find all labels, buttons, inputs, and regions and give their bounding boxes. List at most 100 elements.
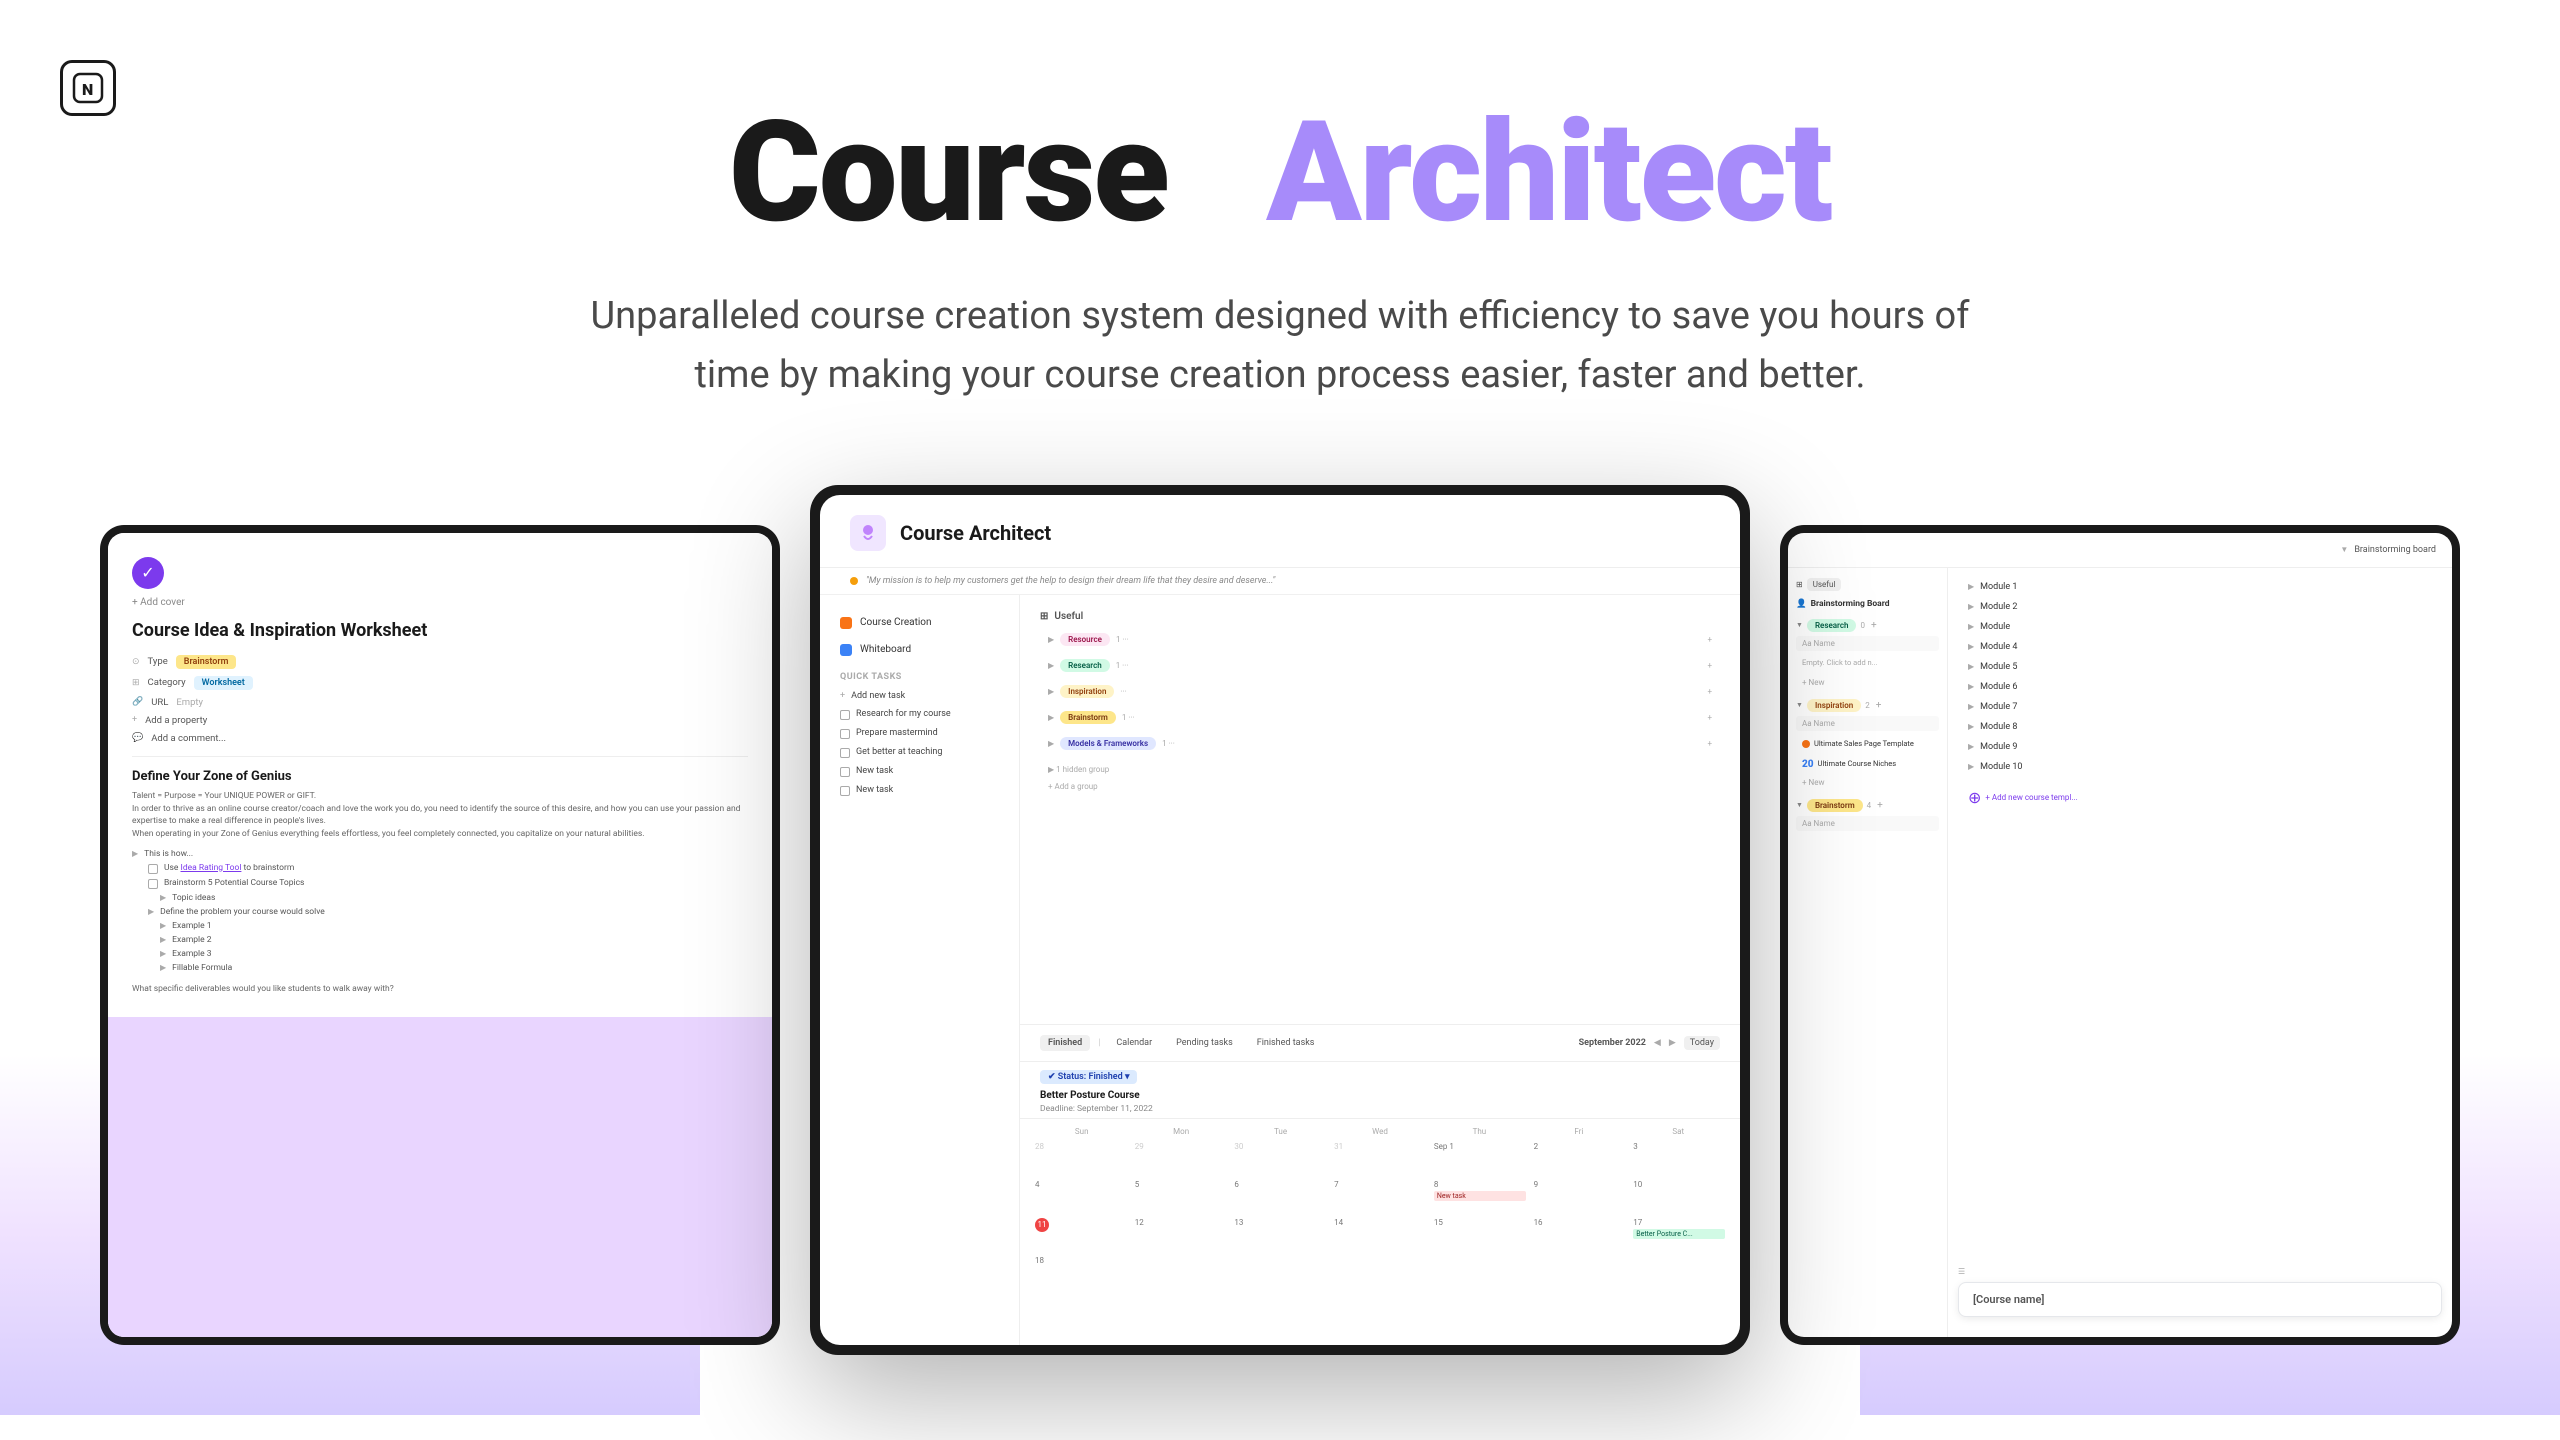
module-8: ▶ Module 8: [1962, 718, 2438, 736]
calendar-grid: SunMonTueWedThuFriSat 28 29 30 31 Sep 1: [1020, 1119, 1740, 1345]
notion-logo: N: [60, 60, 116, 116]
worksheet-title: Course Idea & Inspiration Worksheet: [132, 620, 748, 641]
mission-text: "My mission is to help my customers get …: [866, 576, 1275, 586]
course-name-card[interactable]: [Course name]: [1958, 1282, 2442, 1317]
calendar-section: Finished | Calendar Pending tasks Finish…: [1020, 1025, 1740, 1345]
quick-tasks-title: Quick tasks: [840, 672, 999, 682]
list-icon: ☰: [1958, 1267, 2442, 1276]
hero-title: Course Architect: [0, 100, 2560, 247]
module-6: ▶ Module 6: [1962, 678, 2438, 696]
add-new-task[interactable]: + Add new task: [832, 687, 1007, 705]
deliverables-question: What specific deliverables would you lik…: [132, 983, 748, 996]
resource-row: ▶ Resource 1 ··· +: [1040, 628, 1720, 651]
status-finished: ✔ Status: Finished ▾: [1040, 1070, 1137, 1084]
url-property: 🔗 URL Empty: [132, 697, 748, 708]
fillable-formula: ▶ Fillable Formula: [160, 963, 748, 973]
sidebar-course-creation[interactable]: Course Creation: [832, 611, 1007, 635]
brainstorming-board-title: Brainstorming board: [2354, 545, 2436, 555]
center-header: Course Architect: [820, 495, 1740, 568]
left-screen: ✓ + Add cover Course Idea & Inspiration …: [108, 533, 772, 1337]
hero-title-black: Course: [729, 91, 1168, 255]
mockup-left: ✓ + Add cover Course Idea & Inspiration …: [100, 525, 780, 1345]
this-is-how: ▶ This is how...: [132, 849, 748, 859]
right-top-bar: ▼ Brainstorming board: [1788, 533, 2452, 568]
idea-rating: Use Idea Rating Tool to brainstorm: [148, 863, 748, 874]
sidebar-whiteboard[interactable]: Whiteboard: [832, 638, 1007, 662]
task-mastermind: Prepare mastermind: [832, 724, 1007, 743]
page-wrapper: N Course Architect Unparalleled course c…: [0, 0, 2560, 1440]
today-btn[interactable]: Today: [1684, 1036, 1720, 1050]
right-screen: ▼ Brainstorming board ⊞ Useful: [1788, 533, 2452, 1337]
inspiration-group-title: ▼ Inspiration 2 +: [1796, 699, 1939, 712]
tab-finished-tasks[interactable]: Finished tasks: [1249, 1035, 1323, 1051]
center-logo-icon: [850, 515, 886, 551]
hidden-group: ▶ 1 hidden group: [1040, 763, 1720, 776]
module-1: ▶ Module 1: [1962, 578, 2438, 596]
example1: ▶ Example 1: [160, 921, 748, 931]
svg-text:N: N: [82, 80, 93, 99]
course-creation-icon: [840, 617, 852, 629]
mission-bar: "My mission is to help my customers get …: [820, 568, 1740, 595]
define-problem: ▶ Define the problem your course would s…: [148, 907, 748, 917]
task-research: Research for my course: [832, 705, 1007, 724]
category-property: ⊞ Category Worksheet: [132, 676, 748, 690]
topic-ideas: ▶ Topic ideas: [160, 893, 748, 903]
hero-section: Course Architect Unparalleled course cre…: [0, 0, 2560, 465]
task-teaching: Get better at teaching: [832, 743, 1007, 762]
brainstorm-row: ▶ Brainstorm 1 ··· +: [1040, 706, 1720, 729]
logo-area: N: [60, 60, 116, 116]
add-comment[interactable]: 💬 Add a comment...: [132, 733, 748, 744]
module-4: ▶ Module 4: [1962, 638, 2438, 656]
calendar-month: September 2022: [1579, 1038, 1646, 1048]
mockup-section: ✓ + Add cover Course Idea & Inspiration …: [0, 465, 2560, 1415]
research-new-btn[interactable]: + New: [1796, 676, 1939, 689]
right-sidebar: ⊞ Useful 👤 Brainstorming Board ▼: [1788, 568, 1948, 1337]
calendar-header: Finished | Calendar Pending tasks Finish…: [1020, 1025, 1740, 1062]
models-row: ▶ Models & Frameworks 1 ··· +: [1040, 732, 1720, 755]
module-7: ▶ Module 7: [1962, 698, 2438, 716]
right-main: ▶ Module 1 ▶ Module 2 ▶ Module: [1948, 568, 2452, 1337]
add-template-btn[interactable]: ⊕ + Add new course templ...: [1962, 784, 2438, 811]
right-body: ⊞ Useful 👤 Brainstorming Board ▼: [1788, 568, 2452, 1337]
worksheet-tag: Worksheet: [194, 676, 253, 690]
task-deadline: Deadline: September 11, 2022: [1040, 1104, 1720, 1114]
mockup-right: ▼ Brainstorming board ⊞ Useful: [1780, 525, 2460, 1345]
inspiration-new-btn[interactable]: + New: [1796, 776, 1939, 789]
zone-of-genius-title: Define Your Zone of Genius: [132, 769, 748, 784]
tab-finished[interactable]: Finished: [1040, 1035, 1090, 1051]
add-property[interactable]: + Add a property: [132, 715, 748, 726]
add-group-btn[interactable]: + Add a group: [1040, 780, 1720, 793]
useful-group-header: ⊞ Useful: [1040, 611, 1720, 622]
useful-filter[interactable]: Useful: [1807, 578, 1842, 591]
brainstorm-name-field: Aa Name: [1796, 816, 1939, 831]
tab-pending[interactable]: Pending tasks: [1168, 1035, 1241, 1051]
center-sidebar: Course Creation Whiteboard Quick tasks +…: [820, 595, 1020, 1345]
tab-calendar[interactable]: Calendar: [1108, 1035, 1160, 1051]
item-course-niches: 20 Ultimate Course Niches: [1796, 755, 1939, 774]
inspiration-name-field: Aa Name: [1796, 716, 1939, 731]
type-property: ⊙ Type Brainstorm: [132, 655, 748, 669]
research-tag: Research: [1060, 659, 1110, 672]
task-title: Better Posture Course: [1040, 1090, 1720, 1101]
module-list: ▶ Module 1 ▶ Module 2 ▶ Module: [1962, 578, 2438, 776]
mission-dot: [850, 577, 858, 585]
center-screen: Course Architect "My mission is to help …: [820, 495, 1740, 1345]
board-label: 👤 Brainstorming Board: [1796, 599, 1939, 609]
module-2: ▶ Module 2: [1962, 598, 2438, 616]
hero-subtitle: Unparalleled course creation system desi…: [580, 287, 1980, 405]
research-group-title: ▼ Research 0 +: [1796, 619, 1939, 632]
research-row: ▶ Research 1 ··· +: [1040, 654, 1720, 677]
brainstorm-group-title: ▼ Brainstorm 4 +: [1796, 799, 1939, 812]
check-icon: ✓: [132, 557, 164, 589]
center-groups: ⊞ Useful ▶ Resource 1 ··· +: [1020, 595, 1740, 1025]
module-5: ▶ Module 5: [1962, 658, 2438, 676]
module-3: ▶ Module: [1962, 618, 2438, 636]
example2: ▶ Example 2: [160, 935, 748, 945]
mockup-center: Course Architect "My mission is to help …: [810, 485, 1750, 1355]
center-main: ⊞ Useful ▶ Resource 1 ··· +: [1020, 595, 1740, 1345]
whiteboard-icon: [840, 644, 852, 656]
zone-body-text: Talent = Purpose = Your UNIQUE POWER or …: [132, 790, 748, 841]
item-sales-page: Ultimate Sales Page Template: [1796, 735, 1939, 753]
research-name-field: Aa Name: [1796, 636, 1939, 651]
module-9: ▶ Module 9: [1962, 738, 2438, 756]
